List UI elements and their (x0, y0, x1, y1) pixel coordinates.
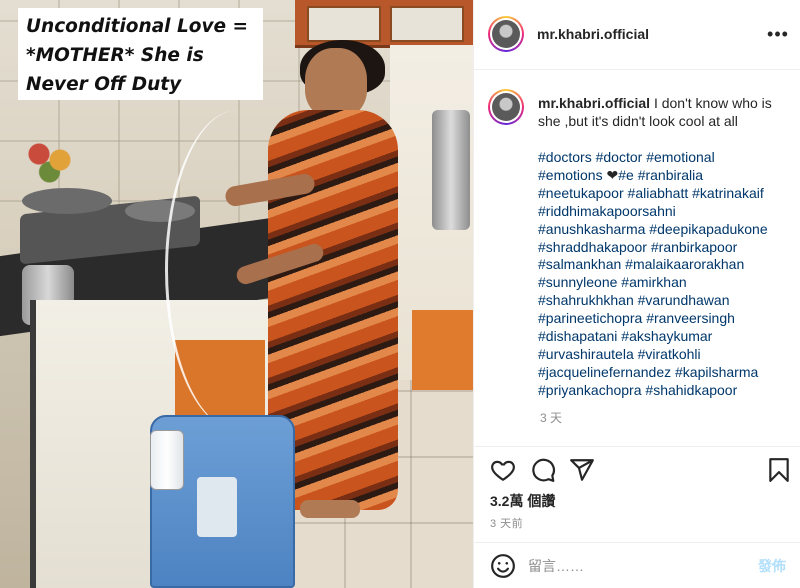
fruit-tile-decor (18, 130, 88, 190)
action-bar: 3.2萬 個讚 3 天前 (474, 446, 800, 542)
paper-plane-icon[interactable] (569, 457, 595, 483)
avatar-image (492, 20, 520, 48)
hashtag-line: #sunnyleone #amirkhan (538, 274, 793, 292)
hashtag-link[interactable]: #jacquelinefernandez (538, 364, 671, 380)
hashtag-link[interactable]: #ranbirkapoor (651, 239, 737, 255)
humidifier-bottle (150, 430, 184, 490)
hashtag-link[interactable]: #parineetichopra (538, 310, 642, 326)
hashtag-link[interactable]: #katrinakaif (692, 185, 764, 201)
comment-bubble-icon[interactable] (530, 457, 556, 483)
hashtag-link[interactable]: #deepikapadukone (649, 221, 767, 237)
image-caption-overlay: Unconditional Love = *MOTHER* She is Nev… (18, 8, 263, 100)
hashtag-link[interactable]: #emotional (646, 149, 715, 165)
hashtag-link[interactable]: #viratkohli (638, 346, 701, 362)
hashtag-link[interactable]: #urvashirautela (538, 346, 634, 362)
hashtag-link[interactable]: #amirkhan (621, 274, 686, 290)
hashtag-line: #anushkasharma #deepikapadukone (538, 221, 793, 239)
hashtag-line: #shahrukhkhan #varundhawan (538, 292, 793, 310)
avatar-ring (490, 91, 522, 123)
caption-line: Never Off Duty (26, 74, 182, 95)
post-sidebar: mr.khabri.official ••• mr.khabri.officia… (473, 0, 800, 588)
hashtag-line: #urvashirautela #viratkohli (538, 346, 793, 364)
hashtag-link[interactable]: #dishapatani (538, 328, 617, 344)
steel-containers (432, 110, 470, 230)
caption-line: Unconditional Love = (26, 16, 248, 37)
upper-cabinet (295, 0, 473, 48)
caption-line: *MOTHER* She is (26, 45, 204, 66)
hashtag-link[interactable]: #shraddhakapoor (538, 239, 647, 255)
caption-time: 3 天 (540, 411, 563, 425)
hashtag-link[interactable]: #e (618, 167, 634, 183)
post-image[interactable]: Unconditional Love = *MOTHER* She is Nev… (0, 0, 473, 588)
hashtag-line: #dishapatani #akshaykumar (538, 328, 793, 346)
avatar-image (492, 93, 520, 121)
hashtag-link[interactable]: #sunnyleone (538, 274, 617, 290)
frying-pan (22, 188, 112, 214)
bookmark-icon[interactable] (766, 457, 792, 483)
caption-username[interactable]: mr.khabri.official (538, 95, 650, 111)
hashtag-link[interactable]: #ranbiralia (638, 167, 703, 183)
hashtag-link[interactable]: #akshaykumar (621, 328, 712, 344)
hashtag-link[interactable]: #anushkasharma (538, 221, 645, 237)
hashtag-link[interactable]: #neetukapoor (538, 185, 624, 201)
concentrator-panel (197, 477, 237, 537)
hashtag-list: #doctors #doctor #emotional #emotions ❤#e… (538, 149, 793, 400)
hashtag-link[interactable]: #doctor (596, 149, 643, 165)
hashtag-link[interactable]: #ranveersingh (646, 310, 735, 326)
hashtag-link[interactable]: #riddhimakapoorsahni (538, 203, 676, 219)
hashtag-link[interactable]: #emotions (538, 167, 603, 183)
hashtag-link[interactable]: #salmankhan (538, 256, 621, 272)
orange-panel (412, 310, 473, 390)
hashtag-link[interactable]: #shahrukhkhan (538, 292, 634, 308)
avatar[interactable] (488, 89, 524, 125)
likes-count[interactable]: 3.2萬 個讚 (490, 491, 555, 511)
hashtag-link[interactable]: #doctors (538, 149, 592, 165)
woman-head (305, 48, 367, 118)
caption-text-block: mr.khabri.official I don't know who is s… (538, 94, 793, 130)
hashtag-line: #salmankhan #malaikaarorakhan (538, 256, 793, 274)
hashtag-link[interactable]: #shahidkapoor (645, 382, 737, 398)
add-comment-bar: 發佈 (474, 542, 800, 588)
hashtag-line: #doctors #doctor #emotional (538, 149, 793, 167)
header-username[interactable]: mr.khabri.official (537, 26, 649, 42)
post-timestamp[interactable]: 3 天前 (490, 515, 523, 531)
hashtag-line: #riddhimakapoorsahni (538, 203, 793, 221)
smiley-icon[interactable] (490, 553, 516, 579)
post-comment-button[interactable]: 發佈 (758, 556, 786, 576)
hashtag-link[interactable]: #aliabhatt (628, 185, 689, 201)
more-horizontal-icon[interactable]: ••• (766, 24, 790, 44)
hashtag-link[interactable]: #kapilsharma (675, 364, 758, 380)
hashtag-link[interactable]: #malaikaarorakhan (625, 256, 744, 272)
post-header: mr.khabri.official ••• (474, 0, 800, 70)
hashtag-line: #shraddhakapoor #ranbirkapoor (538, 239, 793, 257)
comment-input[interactable] (528, 556, 728, 576)
hashtag-line: #emotions ❤#e #ranbiralia (538, 167, 793, 185)
hashtag-line: #priyankachopra #shahidkapoor (538, 382, 793, 400)
hashtag-line: #neetukapoor #aliabhatt #katrinakaif (538, 185, 793, 203)
hashtag-link[interactable]: #priyankachopra (538, 382, 642, 398)
woman-feet (300, 500, 360, 518)
caption-area: mr.khabri.official I don't know who is s… (474, 71, 800, 446)
heart-icon[interactable] (490, 457, 516, 483)
avatar-ring (490, 18, 522, 50)
hashtag-line: #jacquelinefernandez #kapilsharma (538, 364, 793, 382)
heart-emoji: ❤ (606, 166, 619, 183)
avatar[interactable] (488, 16, 524, 52)
hashtag-line: #parineetichopra #ranveersingh (538, 310, 793, 328)
hashtag-link[interactable]: #varundhawan (638, 292, 730, 308)
